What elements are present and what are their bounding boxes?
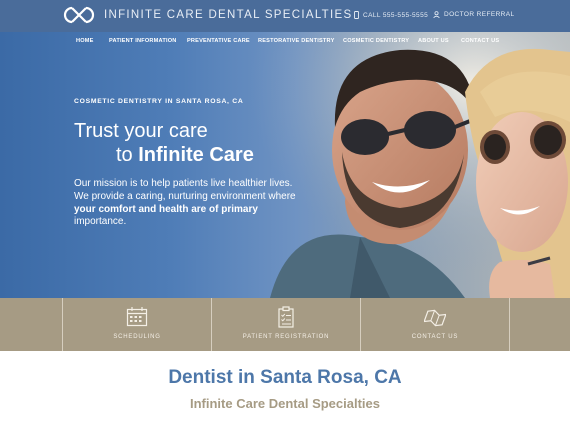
referral-text: DOCTOR REFERRAL (444, 11, 515, 18)
clipboard-icon (278, 306, 294, 328)
nav-home[interactable]: HOME (76, 38, 94, 44)
scheduling-label: SCHEDULING (113, 334, 161, 340)
contact-us-link[interactable]: CONTACT US (361, 298, 509, 351)
user-icon (433, 11, 440, 18)
page-heading: Dentist in Santa Rosa, CA (168, 367, 402, 388)
call-text: CALL 555-555-5555 (363, 11, 429, 19)
hero-title-line1: Trust your care (74, 120, 208, 142)
hero-title-line2: to Infinite Care (116, 144, 254, 167)
nav-contact-us[interactable]: CONTACT US (461, 38, 499, 44)
hero-title-bold: Infinite Care (138, 144, 254, 166)
doctor-referral-link[interactable]: DOCTOR REFERRAL (433, 11, 515, 18)
top-header-bar: INFINITE CARE DENTAL SPECIALTIES CALL 55… (0, 0, 570, 32)
contact-us-label: CONTACT US (411, 334, 459, 340)
intro-section: Dentist in Santa Rosa, CA Infinite Care … (0, 351, 570, 428)
logo-text: INFINITE CARE DENTAL SPECIALTIES (104, 9, 353, 21)
hero-body-part1: Our mission is to help patients live hea… (74, 178, 296, 202)
infinity-logo-icon (63, 6, 95, 24)
main-nav: HOME PATIENT INFORMATION PREVENTATIVE CA… (0, 32, 570, 52)
phone-icon (354, 11, 359, 19)
scheduling-link[interactable]: SCHEDULING (63, 298, 211, 351)
nav-cosmetic-dentistry[interactable]: COSMETIC DENTISTRY (343, 38, 409, 44)
page-subheading: Infinite Care Dental Specialties (189, 396, 380, 411)
calendar-icon (126, 307, 148, 327)
nav-about-us[interactable]: ABOUT US (418, 38, 449, 44)
nav-patient-information[interactable]: PATIENT INFORMATION (109, 38, 177, 44)
hero-title-prefix: to (116, 144, 139, 166)
patient-registration-link[interactable]: PATIENT REGISTRATION (212, 298, 360, 351)
strip-divider (509, 298, 510, 351)
hero-body-bold: your comfort and health are of primary (74, 203, 258, 215)
nav-preventative-care[interactable]: PREVENTATIVE CARE (187, 38, 250, 44)
hero-body-part2: importance. (74, 216, 127, 228)
site-logo[interactable]: INFINITE CARE DENTAL SPECIALTIES (62, 5, 352, 25)
nav-restorative-dentistry[interactable]: RESTORATIVE DENTISTRY (258, 38, 335, 44)
hero-subtitle: COSMETIC DENTISTRY IN SANTA ROSA, CA (74, 98, 244, 105)
quick-links-strip: SCHEDULING PATIENT REGISTRATION CONTACT … (0, 298, 570, 351)
hero-section: HOME PATIENT INFORMATION PREVENTATIVE CA… (0, 32, 570, 298)
map-icon (424, 309, 446, 327)
call-link[interactable]: CALL 555-555-5555 (354, 11, 428, 19)
hero-mission-text: Our mission is to help patients live hea… (74, 178, 304, 229)
patient-registration-label: PATIENT REGISTRATION (242, 334, 330, 340)
hero-photo-couple (250, 32, 570, 298)
